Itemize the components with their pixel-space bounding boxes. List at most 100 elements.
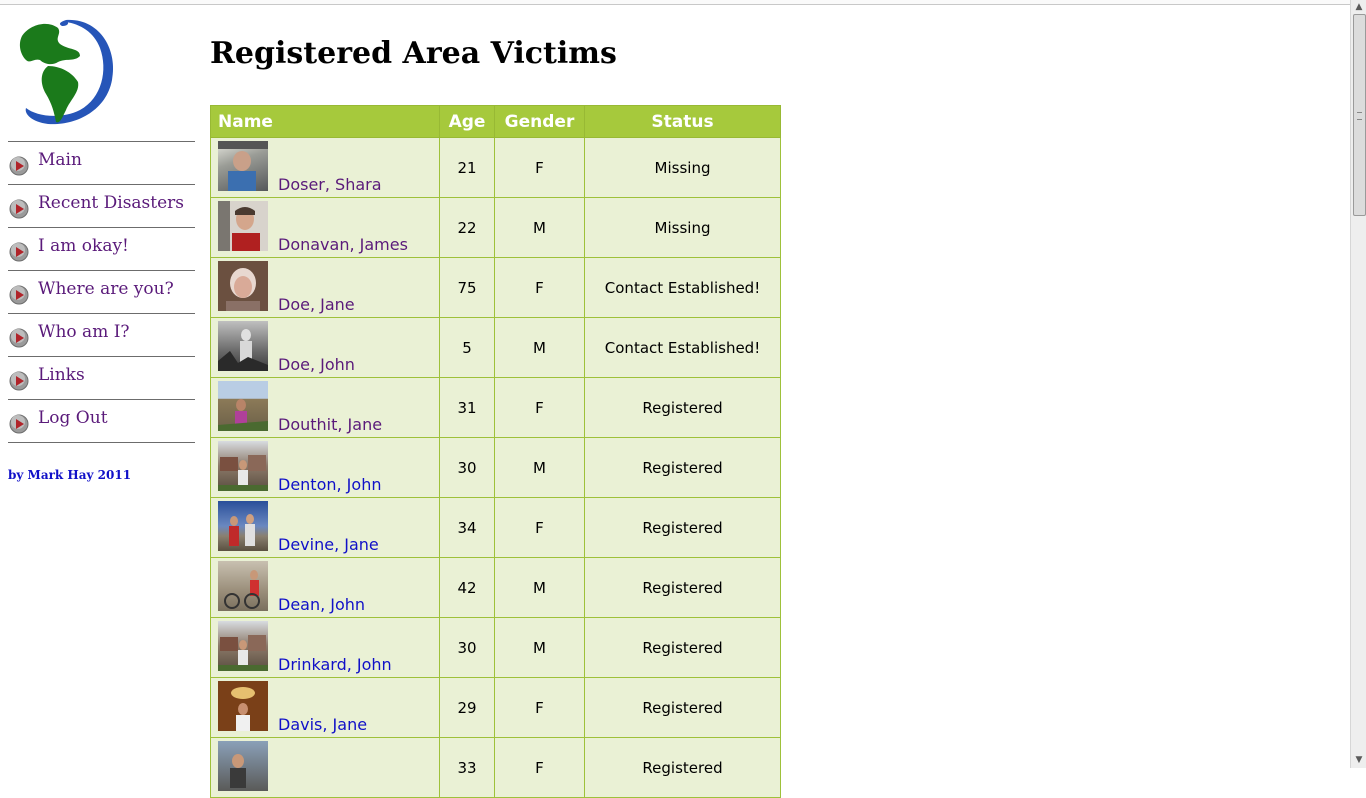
table-row: Denton, John 30 M Registered <box>210 437 781 498</box>
scroll-down-icon[interactable]: ▼ <box>1354 755 1364 765</box>
gender-cell: F <box>494 137 585 198</box>
sidebar-item-who-am-i[interactable]: Who am I? <box>8 314 195 357</box>
age-cell: 34 <box>439 497 495 558</box>
name-cell: Doser, Shara <box>210 137 440 198</box>
scroll-up-icon[interactable]: ▲ <box>1354 2 1364 12</box>
gender-cell: F <box>494 677 585 738</box>
sidebar-item-label[interactable]: Links <box>38 365 85 385</box>
victim-name-link[interactable]: Dean, John <box>278 595 365 614</box>
gender-cell: M <box>494 317 585 378</box>
author-credit: by Mark Hay 2011 <box>8 468 132 482</box>
age-cell: 30 <box>439 437 495 498</box>
name-cell: Davis, Jane <box>210 677 440 738</box>
victim-photo[interactable] <box>218 441 268 491</box>
victim-photo[interactable] <box>218 201 268 251</box>
globe-americas-icon[interactable] <box>8 14 118 129</box>
victim-name-link[interactable]: Doe, John <box>278 355 355 374</box>
column-header-status: Status <box>584 105 781 138</box>
victim-name-link[interactable]: Drinkard, John <box>278 655 392 674</box>
victim-name-link[interactable]: Douthit, Jane <box>278 415 382 434</box>
victim-photo[interactable] <box>218 561 268 611</box>
name-cell: Drinkard, John <box>210 617 440 678</box>
status-cell: Registered <box>584 437 781 498</box>
sidebar-item-links[interactable]: Links <box>8 357 195 400</box>
gender-cell: F <box>494 257 585 318</box>
victim-name-link[interactable]: Denton, John <box>278 475 381 494</box>
age-cell: 21 <box>439 137 495 198</box>
table-row: Doe, John 5 M Contact Established! <box>210 317 781 378</box>
scrollbar-thumb[interactable] <box>1353 14 1366 216</box>
sidebar-item-label[interactable]: Who am I? <box>38 322 130 342</box>
browser-top-edge <box>0 0 1350 5</box>
victim-photo[interactable] <box>218 681 268 731</box>
name-cell: Doe, Jane <box>210 257 440 318</box>
victim-name-link[interactable]: Donavan, James <box>278 235 408 254</box>
table-row: Doe, Jane 75 F Contact Established! <box>210 257 781 318</box>
status-cell: Registered <box>584 497 781 558</box>
sidebar-item-recent-disasters[interactable]: Recent Disasters <box>8 185 195 228</box>
column-header-gender: Gender <box>494 105 585 138</box>
victim-name-link[interactable]: Davis, Jane <box>278 715 367 734</box>
sidebar-item-i-am-okay[interactable]: I am okay! <box>8 228 195 271</box>
name-cell: Denton, John <box>210 437 440 498</box>
age-cell: 31 <box>439 377 495 438</box>
arrow-bullet-icon <box>9 242 29 262</box>
arrow-bullet-icon <box>9 199 29 219</box>
victim-photo[interactable] <box>218 501 268 551</box>
table-row: Davis, Jane 29 F Registered <box>210 677 781 738</box>
age-cell: 75 <box>439 257 495 318</box>
victim-photo[interactable] <box>218 741 268 791</box>
table-row: Donavan, James 22 M Missing <box>210 197 781 258</box>
gender-cell: M <box>494 197 585 258</box>
table-row: Drinkard, John 30 M Registered <box>210 617 781 678</box>
status-cell: Missing <box>584 137 781 198</box>
gender-cell: F <box>494 377 585 438</box>
gender-cell: M <box>494 617 585 678</box>
victim-photo[interactable] <box>218 381 268 431</box>
arrow-bullet-icon <box>9 156 29 176</box>
status-cell: Missing <box>584 197 781 258</box>
table-header-row: Name Age Gender Status <box>210 105 781 138</box>
victim-photo[interactable] <box>218 141 268 191</box>
sidebar: Main Recent Disasters I am okay! Where a… <box>8 14 195 443</box>
sidebar-nav: Main Recent Disasters I am okay! Where a… <box>8 141 195 443</box>
name-cell: Doe, John <box>210 317 440 378</box>
column-header-name: Name <box>210 105 440 138</box>
sidebar-item-log-out[interactable]: Log Out <box>8 400 195 443</box>
victim-photo[interactable] <box>218 261 268 311</box>
table-row: Devine, Jane 34 F Registered <box>210 497 781 558</box>
name-cell: Devine, Jane <box>210 497 440 558</box>
age-cell: 42 <box>439 557 495 618</box>
victim-photo[interactable] <box>218 621 268 671</box>
table-row: Dean, John 42 M Registered <box>210 557 781 618</box>
name-cell: Donavan, James <box>210 197 440 258</box>
age-cell: 30 <box>439 617 495 678</box>
table-row: Doser, Shara 21 F Missing <box>210 137 781 198</box>
age-cell: 22 <box>439 197 495 258</box>
name-cell: Dean, John <box>210 557 440 618</box>
status-cell: Contact Established! <box>584 317 781 378</box>
sidebar-item-label[interactable]: Log Out <box>38 408 108 428</box>
vertical-scrollbar[interactable]: ▲ ▼ <box>1350 0 1366 768</box>
victim-photo[interactable] <box>218 321 268 371</box>
sidebar-item-label[interactable]: Recent Disasters <box>38 193 184 213</box>
sidebar-item-label[interactable]: I am okay! <box>38 236 129 256</box>
name-cell: Douthit, Jane <box>210 377 440 438</box>
age-cell: 29 <box>439 677 495 738</box>
sidebar-item-label[interactable]: Main <box>38 150 82 170</box>
status-cell: Contact Established! <box>584 257 781 318</box>
status-cell: Registered <box>584 617 781 678</box>
victim-name-link[interactable]: Doe, Jane <box>278 295 355 314</box>
age-cell: 5 <box>439 317 495 378</box>
sidebar-item-where-are-you[interactable]: Where are you? <box>8 271 195 314</box>
grip-icon <box>1357 112 1362 120</box>
sidebar-item-label[interactable]: Where are you? <box>38 279 174 299</box>
victim-name-link[interactable]: Doser, Shara <box>278 175 382 194</box>
victim-name-link[interactable]: Devine, Jane <box>278 535 379 554</box>
status-cell: Registered <box>584 677 781 738</box>
arrow-bullet-icon <box>9 328 29 348</box>
column-header-age: Age <box>439 105 495 138</box>
sidebar-item-main[interactable]: Main <box>8 142 195 185</box>
table-row: Douthit, Jane 31 F Registered <box>210 377 781 438</box>
gender-cell: F <box>494 497 585 558</box>
